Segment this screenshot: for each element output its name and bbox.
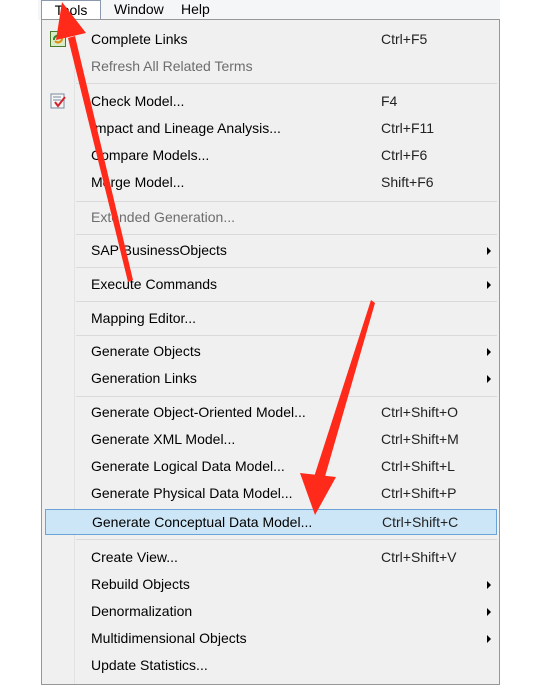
menu-item-generate-physical-data-model[interactable]: Generate Physical Data Model... Ctrl+Shi… bbox=[42, 480, 499, 507]
menu-item-execute-commands[interactable]: Execute Commands bbox=[42, 271, 499, 298]
menu-item-shortcut: Ctrl+Shift+M bbox=[381, 431, 459, 447]
menu-separator bbox=[76, 234, 497, 235]
menu-separator bbox=[76, 335, 497, 336]
menu-item-shortcut: Ctrl+F6 bbox=[381, 147, 428, 163]
submenu-arrow-icon bbox=[487, 375, 491, 383]
menu-item-label: Check Model... bbox=[91, 93, 185, 109]
menu-item-label: Impact and Lineage Analysis... bbox=[91, 120, 281, 136]
menu-item-mapping-editor[interactable]: Mapping Editor... bbox=[42, 305, 499, 332]
menu-item-label: SAP BusinessObjects bbox=[91, 242, 227, 258]
menu-help[interactable]: Help bbox=[175, 0, 216, 20]
tools-dropdown-menu: Complete Links Ctrl+F5 Refresh All Relat… bbox=[41, 19, 500, 685]
menu-item-compare-models[interactable]: Compare Models... Ctrl+F6 bbox=[42, 142, 499, 169]
menu-item-denormalization[interactable]: Denormalization bbox=[42, 598, 499, 625]
menu-item-sap-businessobjects[interactable]: SAP BusinessObjects bbox=[42, 237, 499, 264]
menu-item-shortcut: Ctrl+F5 bbox=[381, 31, 428, 47]
menu-item-refresh-all-related-terms[interactable]: Refresh All Related Terms bbox=[42, 53, 499, 80]
menu-item-shortcut: Ctrl+Shift+C bbox=[382, 514, 459, 530]
menu-item-merge-model[interactable]: Merge Model... Shift+F6 bbox=[42, 169, 499, 196]
menu-item-shortcut: Ctrl+Shift+V bbox=[381, 549, 457, 565]
menu-item-shortcut: Ctrl+Shift+L bbox=[381, 458, 455, 474]
menu-item-label: Generate Physical Data Model... bbox=[91, 485, 293, 501]
menu-item-label: Generate XML Model... bbox=[91, 431, 236, 447]
menu-separator bbox=[76, 267, 497, 268]
menu-item-rebuild-objects[interactable]: Rebuild Objects bbox=[42, 571, 499, 598]
menu-item-label: Mapping Editor... bbox=[91, 310, 197, 326]
menu-item-generate-xml-model[interactable]: Generate XML Model... Ctrl+Shift+M bbox=[42, 426, 499, 453]
menu-separator bbox=[76, 301, 497, 302]
menu-separator bbox=[76, 201, 497, 202]
menu-item-shortcut: Ctrl+Shift+P bbox=[381, 485, 457, 501]
menu-item-impact-lineage-analysis[interactable]: Impact and Lineage Analysis... Ctrl+F11 bbox=[42, 115, 499, 142]
menu-item-generate-logical-data-model[interactable]: Generate Logical Data Model... Ctrl+Shif… bbox=[42, 453, 499, 480]
menu-item-label: Update Statistics... bbox=[91, 657, 208, 673]
menu-item-label: Generate Conceptual Data Model... bbox=[92, 514, 313, 530]
menu-item-shortcut: Ctrl+F11 bbox=[381, 120, 435, 136]
menu-item-check-model[interactable]: Check Model... F4 bbox=[42, 88, 499, 115]
menu-item-generate-oom[interactable]: Generate Object-Oriented Model... Ctrl+S… bbox=[42, 399, 499, 426]
menu-separator bbox=[76, 539, 497, 540]
menu-bar: Tools Window Help bbox=[38, 0, 500, 20]
menu-item-shortcut: Shift+F6 bbox=[381, 174, 434, 190]
submenu-arrow-icon bbox=[487, 348, 491, 356]
menu-item-label: Complete Links bbox=[91, 31, 188, 47]
menu-item-shortcut: Ctrl+Shift+O bbox=[381, 404, 459, 420]
menu-item-label: Multidimensional Objects bbox=[91, 630, 247, 646]
submenu-arrow-icon bbox=[487, 281, 491, 289]
menu-item-label: Compare Models... bbox=[91, 147, 210, 163]
menu-item-label: Extended Generation... bbox=[91, 209, 235, 225]
check-model-icon bbox=[50, 93, 66, 109]
submenu-arrow-icon bbox=[487, 635, 491, 643]
menu-item-generate-objects[interactable]: Generate Objects bbox=[42, 338, 499, 365]
menu-item-complete-links[interactable]: Complete Links Ctrl+F5 bbox=[42, 26, 499, 53]
menu-separator bbox=[76, 396, 497, 397]
menu-item-label: Merge Model... bbox=[91, 174, 185, 190]
menu-item-label: Create View... bbox=[91, 549, 178, 565]
submenu-arrow-icon bbox=[487, 608, 491, 616]
submenu-arrow-icon bbox=[487, 581, 491, 589]
menu-item-label: Generate Object-Oriented Model... bbox=[91, 404, 306, 420]
submenu-arrow-icon bbox=[487, 247, 491, 255]
menu-window[interactable]: Window bbox=[108, 0, 170, 20]
menu-tools[interactable]: Tools bbox=[41, 0, 101, 20]
menu-item-multidimensional-objects[interactable]: Multidimensional Objects bbox=[42, 625, 499, 652]
complete-links-icon bbox=[50, 31, 66, 47]
menu-item-label: Generate Logical Data Model... bbox=[91, 458, 285, 474]
menu-item-label: Refresh All Related Terms bbox=[91, 58, 253, 74]
menu-item-label: Generation Links bbox=[91, 370, 197, 386]
menu-item-label: Denormalization bbox=[91, 603, 193, 619]
menu-item-generation-links[interactable]: Generation Links bbox=[42, 365, 499, 392]
menu-item-label: Execute Commands bbox=[91, 276, 218, 292]
menu-item-extended-generation[interactable]: Extended Generation... bbox=[42, 204, 499, 231]
menu-item-label: Rebuild Objects bbox=[91, 576, 190, 592]
menu-item-label: Generate Objects bbox=[91, 343, 201, 359]
menu-separator bbox=[76, 83, 497, 84]
menu-item-create-view[interactable]: Create View... Ctrl+Shift+V bbox=[42, 544, 499, 571]
menu-item-update-statistics[interactable]: Update Statistics... bbox=[42, 652, 499, 679]
menu-item-shortcut: F4 bbox=[381, 93, 398, 109]
menu-item-generate-conceptual-data-model[interactable]: Generate Conceptual Data Model... Ctrl+S… bbox=[45, 509, 497, 535]
